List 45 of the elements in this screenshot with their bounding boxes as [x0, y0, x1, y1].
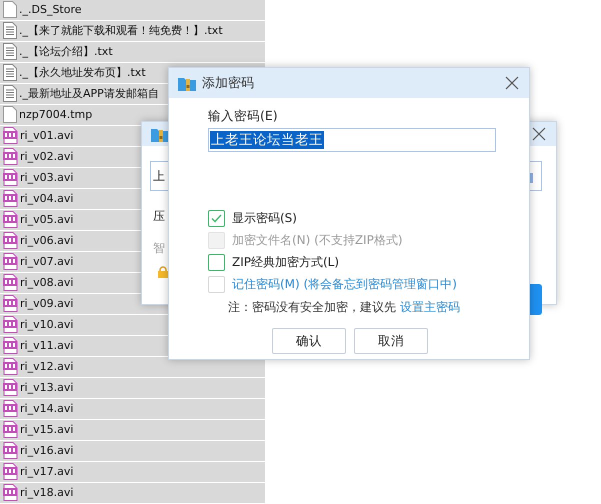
- lock-icon: [158, 266, 168, 278]
- folder-icon: [178, 76, 196, 90]
- blank-file-icon: [3, 106, 17, 124]
- password-field[interactable]: 上老王论坛当老王: [208, 128, 496, 152]
- file-row[interactable]: ._【论坛介绍】.txt: [0, 42, 265, 62]
- file-row[interactable]: ri_v14.avi: [0, 399, 265, 418]
- video-file-icon: [3, 316, 18, 334]
- video-file-icon: [3, 148, 18, 166]
- video-file-icon: [3, 232, 18, 250]
- cancel-button[interactable]: 取消: [354, 328, 428, 354]
- video-file-icon: [3, 169, 18, 186]
- video-file-icon: [3, 211, 18, 228]
- video-file-icon: [3, 358, 18, 376]
- file-row[interactable]: ri_v18.avi: [0, 483, 265, 502]
- blank-file-icon: [3, 1, 17, 18]
- set-master-password-link[interactable]: 设置主密码: [400, 300, 460, 314]
- video-file-icon: [3, 190, 18, 208]
- file-row[interactable]: ri_v13.avi: [0, 378, 265, 398]
- check-icon: [211, 214, 222, 223]
- close-icon[interactable]: [532, 127, 546, 141]
- close-icon[interactable]: [505, 76, 519, 90]
- text-file-icon: [3, 85, 17, 102]
- video-file-icon: [3, 484, 18, 502]
- video-file-icon: [3, 421, 18, 438]
- video-file-icon: [3, 400, 18, 418]
- file-row[interactable]: ri_v17.avi: [0, 462, 265, 482]
- file-row[interactable]: ._【来了就能下载和观看！纯免费！】.txt: [0, 21, 265, 40]
- folder-icon: [151, 126, 169, 142]
- video-file-icon: [3, 253, 18, 270]
- file-row[interactable]: ri_v12.avi: [0, 357, 265, 376]
- video-file-icon: [3, 337, 18, 354]
- file-row[interactable]: ri_v16.avi: [0, 441, 265, 460]
- label-text: 压: [153, 209, 165, 223]
- confirm-button[interactable]: 确认: [272, 328, 346, 354]
- video-file-icon: [3, 442, 18, 460]
- text-file-icon: [3, 22, 17, 40]
- video-file-icon: [3, 463, 18, 480]
- file-row[interactable]: ri_v15.avi: [0, 420, 265, 440]
- video-file-icon: [3, 379, 18, 396]
- video-file-icon: [3, 295, 18, 312]
- file-row[interactable]: ._.DS_Store: [0, 0, 265, 20]
- video-file-icon: [3, 274, 18, 292]
- text-file-icon: [3, 43, 17, 60]
- text-file-icon: [3, 64, 17, 82]
- video-file-icon: [3, 127, 18, 144]
